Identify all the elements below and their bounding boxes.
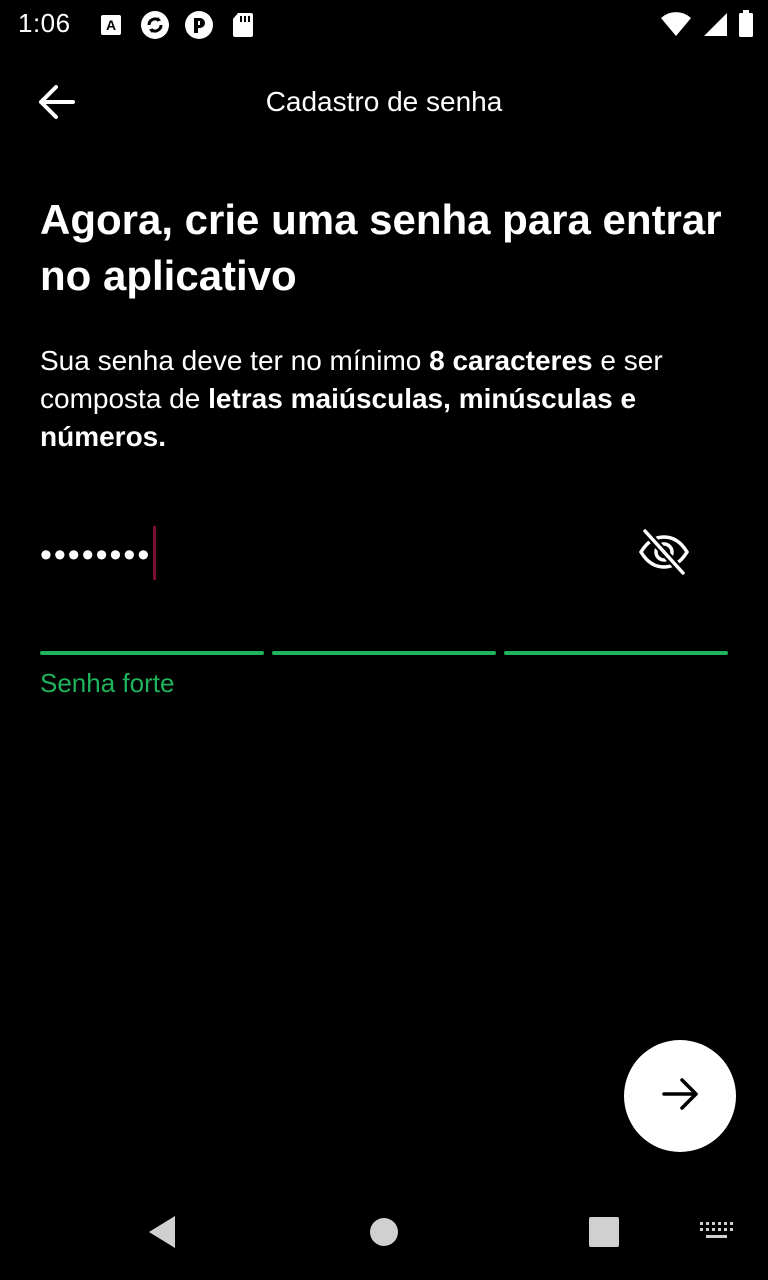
nav-home-button[interactable] <box>360 1210 408 1258</box>
status-icons-left: A <box>96 10 258 40</box>
password-masked-value: •••••••• <box>40 535 152 574</box>
svg-text:A: A <box>106 17 116 33</box>
status-bar: 1:06 A <box>0 0 768 48</box>
arrow-right-icon <box>660 1076 700 1117</box>
requirements-min-chars: 8 caracteres <box>429 345 593 376</box>
notification-a-icon: A <box>96 10 126 40</box>
page-title: Cadastro de senha <box>265 86 503 117</box>
app-bar: Cadastro de senha <box>0 60 768 148</box>
strength-segment <box>504 651 728 655</box>
battery-icon <box>738 10 754 43</box>
nav-recents-button[interactable] <box>580 1210 628 1258</box>
password-strength-meter <box>40 651 728 655</box>
sd-card-icon <box>228 10 258 40</box>
app-icon <box>184 10 214 40</box>
main-heading: Agora, crie uma senha para entrar no apl… <box>40 196 722 299</box>
home-circle-icon <box>368 1216 400 1253</box>
strength-segment <box>272 651 496 655</box>
password-strength-label: Senha forte <box>40 668 175 698</box>
sync-icon <box>140 10 170 40</box>
requirements-text-1: Sua senha deve ter no mínimo <box>40 345 430 376</box>
eye-off-icon <box>638 527 690 581</box>
status-icons-right <box>660 10 754 43</box>
strength-segment <box>40 651 264 655</box>
signal-icon <box>702 11 728 42</box>
keyboard-icon <box>699 1221 733 1248</box>
next-button[interactable] <box>624 1040 736 1152</box>
toggle-password-visibility-button[interactable] <box>636 526 692 582</box>
password-input[interactable]: •••••••• <box>40 526 157 584</box>
password-field[interactable]: •••••••• <box>40 520 728 590</box>
nav-keyboard-button[interactable] <box>692 1210 740 1258</box>
wifi-icon <box>660 11 692 42</box>
text-caret <box>153 526 157 580</box>
status-time: 1:06 <box>18 8 71 38</box>
nav-back-button[interactable] <box>138 1210 186 1258</box>
system-nav-bar <box>0 1184 768 1280</box>
recents-square-icon <box>588 1216 620 1253</box>
password-requirements: Sua senha deve ter no mínimo 8 caractere… <box>40 342 740 456</box>
back-triangle-icon <box>145 1214 179 1255</box>
